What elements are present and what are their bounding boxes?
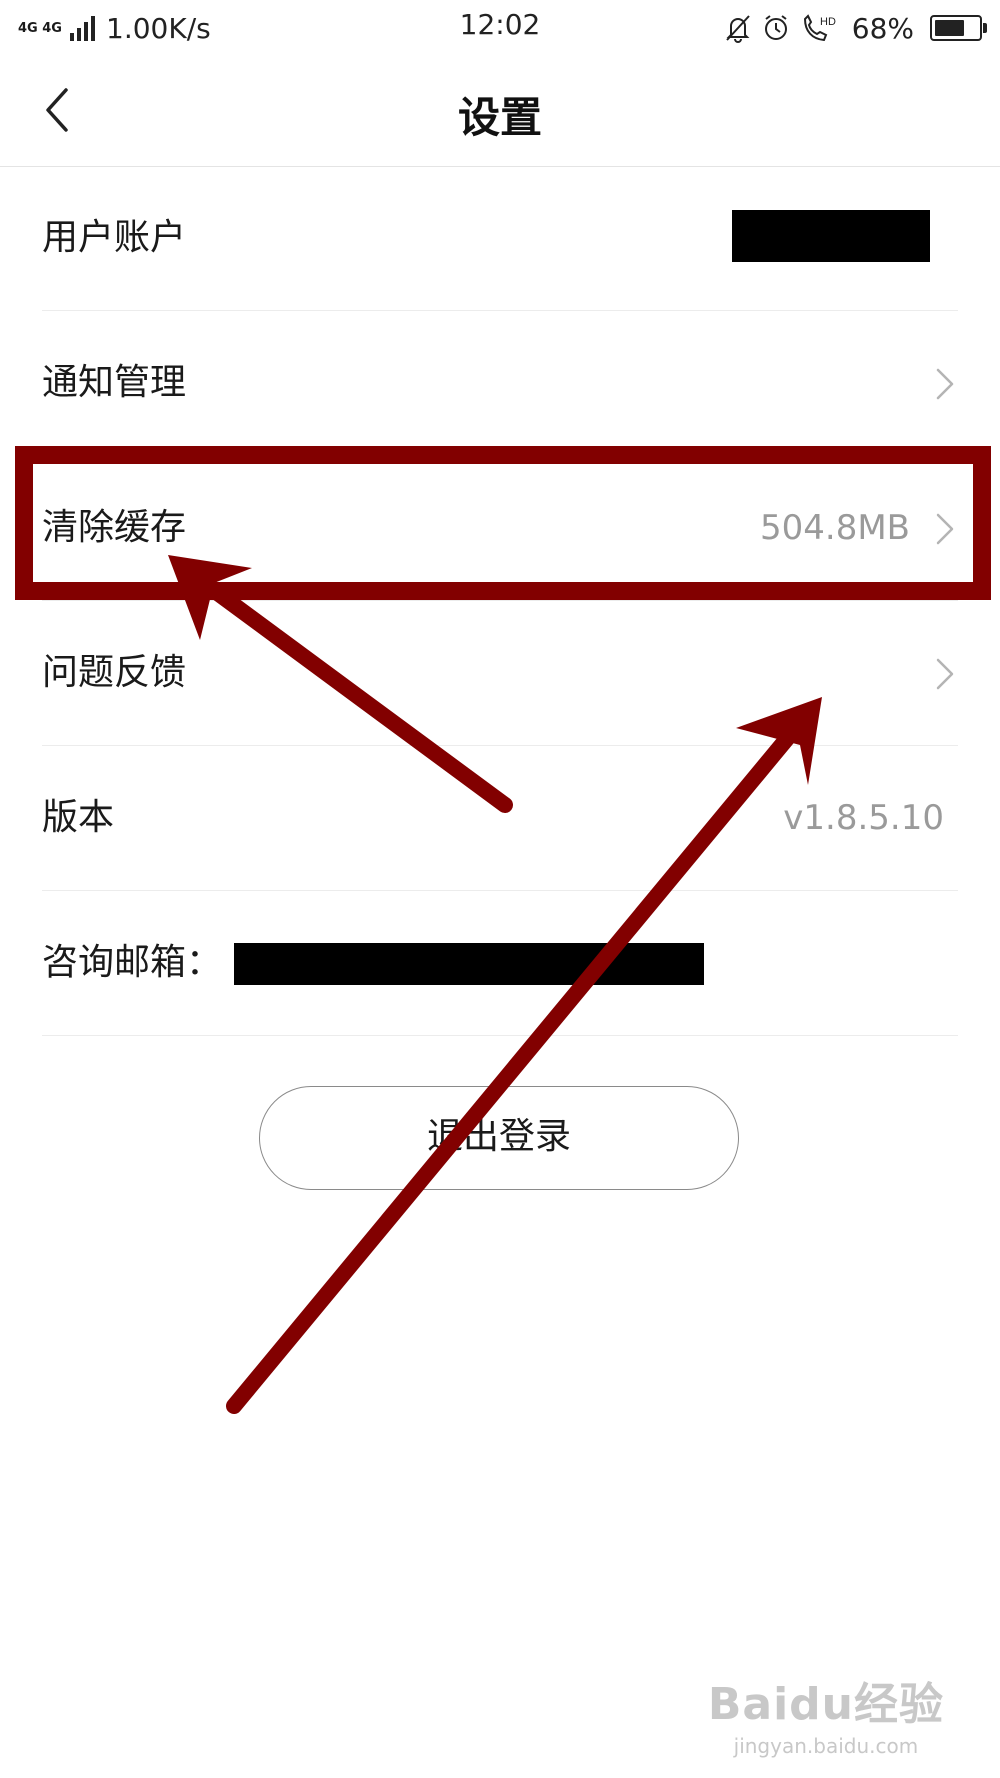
watermark-url: jingyan.baidu.com: [733, 1734, 919, 1758]
baidu-watermark: Baidu经验 jingyan.baidu.com: [708, 1668, 944, 1758]
settings-item-label: 用户账户: [42, 217, 187, 258]
settings-item-label: 版本: [42, 797, 115, 838]
watermark-logo: Baidu经验: [707, 1679, 944, 1730]
settings-item-contact-email: 咨询邮箱：: [42, 891, 958, 1036]
alarm-icon: [764, 15, 787, 40]
settings-item-notifications[interactable]: 通知管理: [42, 311, 958, 456]
settings-item-label: 问题反馈: [42, 652, 187, 693]
hd-call-icon: HD: [803, 14, 836, 42]
chevron-right-icon: [936, 513, 954, 545]
settings-item-label: 咨询邮箱：: [42, 942, 223, 983]
status-bar: 4G 4G 1.00K/s 12:02 HD 68%: [0, 0, 1000, 56]
battery-level: [935, 20, 964, 36]
settings-item-user-account[interactable]: 用户账户: [42, 166, 958, 311]
mute-icon: [726, 15, 750, 43]
status-right: HD 68%: [714, 8, 987, 48]
logout-button[interactable]: 退出登录: [259, 1086, 739, 1190]
settings-item-label: 清除缓存: [42, 507, 187, 548]
settings-item-label: 通知管理: [42, 362, 187, 403]
redacted-email-value: [234, 943, 704, 985]
chevron-right-icon: [936, 368, 954, 400]
chevron-right-icon: [936, 658, 954, 690]
version-number: v1.8.5.10: [783, 798, 944, 838]
settings-item-clear-cache[interactable]: 清除缓存 504.8MB: [42, 456, 958, 601]
settings-item-version: 版本 v1.8.5.10: [42, 746, 958, 891]
battery-icon: [930, 15, 987, 41]
page-title: 设置: [457, 93, 542, 142]
settings-list: 用户账户 通知管理 清除缓存 504.8MB 问题反馈 版本 v1.8.5.10…: [0, 166, 1000, 1036]
redacted-account-value: [732, 210, 930, 262]
cache-size: 504.8MB: [760, 508, 910, 548]
settings-item-feedback[interactable]: 问题反馈: [42, 601, 958, 746]
app-header: 设置: [0, 56, 1000, 167]
battery-percent: 68%: [851, 11, 914, 45]
svg-text:HD: HD: [820, 16, 836, 28]
